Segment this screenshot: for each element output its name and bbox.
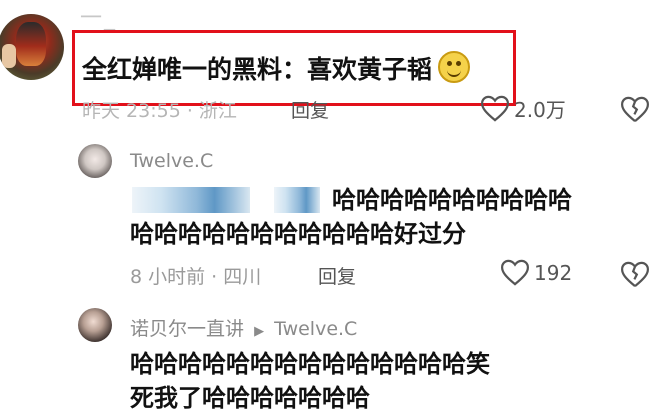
like-count: 192 — [534, 260, 573, 285]
like-button[interactable]: 2.0万 — [480, 94, 566, 123]
heart-icon — [480, 95, 510, 122]
comment-text-content: 全红婵唯一的黑料：喜欢黄子韬 — [82, 55, 433, 84]
reply-to-author[interactable]: Twelve.C — [274, 318, 357, 340]
avatar[interactable] — [0, 14, 64, 80]
reply-button[interactable]: 回复 — [318, 262, 356, 289]
dislike-broken-heart-icon[interactable] — [620, 261, 650, 288]
like-button[interactable]: 192 — [500, 259, 572, 286]
heart-icon — [500, 259, 530, 286]
reply-time-location: 8 小时前 · 四川 — [130, 266, 262, 288]
reply-text-line: 哈哈哈哈哈哈哈哈哈哈哈好过分 — [130, 220, 466, 248]
blurred-mention — [132, 187, 250, 213]
dislike-broken-heart-icon[interactable] — [620, 96, 650, 123]
avatar-hand — [2, 44, 16, 68]
reply-avatar[interactable] — [78, 308, 112, 342]
comment-text: 全红婵唯一的黑料：喜欢黄子韬 — [82, 50, 471, 86]
blurred-mention — [274, 187, 320, 213]
avatar-figure — [16, 22, 46, 66]
reply-text-line: 死我了哈哈哈哈哈哈哈 — [130, 384, 370, 412]
reply-avatar[interactable] — [78, 144, 112, 178]
reply-author-line: 诺贝尔一直讲 ▶ Twelve.C — [130, 314, 357, 341]
comment-time-location: 昨天 23:55 · 浙江 — [82, 100, 237, 122]
reply-text-line: 哈哈哈哈哈哈哈哈哈哈 — [332, 186, 572, 214]
reply-to-arrow-icon: ▶ — [254, 324, 265, 339]
reply-button[interactable]: 回复 — [291, 96, 329, 123]
reply-author[interactable]: 诺贝尔一直讲 — [130, 318, 244, 340]
reply-text-line: 哈哈哈哈哈哈哈哈哈哈哈哈哈哈笑 — [130, 350, 490, 378]
like-count: 2.0万 — [514, 98, 566, 122]
smiley-emoji-icon — [438, 51, 471, 83]
comment-author[interactable]: 一_ — [80, 0, 117, 32]
reply-author[interactable]: Twelve.C — [130, 150, 213, 172]
